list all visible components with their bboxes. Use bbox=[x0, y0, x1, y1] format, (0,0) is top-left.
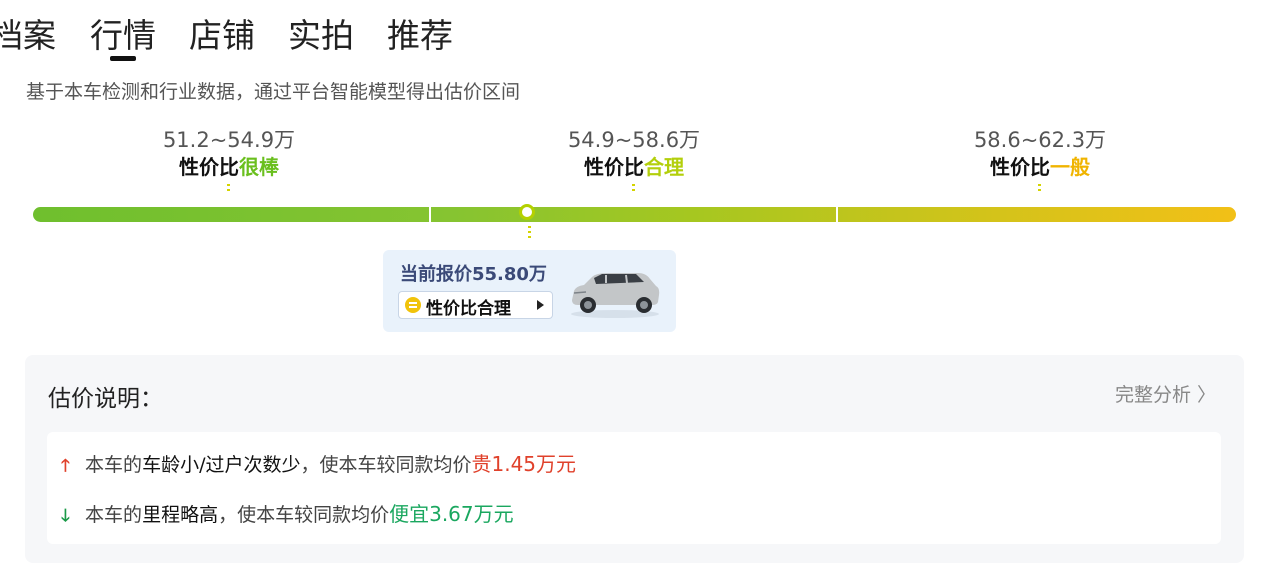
valuation-explanation-panel: 估价说明： 完整分析 〉 🡑 本车的车龄小/过户次数少，使本车较同款均价贵1.4… bbox=[25, 355, 1244, 563]
neutral-face-icon bbox=[405, 297, 421, 313]
reason-factor: 车龄小/过户次数少 bbox=[142, 454, 301, 476]
car-thumbnail bbox=[571, 273, 660, 318]
list-item: 🡑 本车的车龄小/过户次数少，使本车较同款均价贵1.45万元 bbox=[61, 449, 576, 479]
range-price: 54.9~58.6万 bbox=[567, 128, 701, 152]
range-fair: 54.9~58.6万 性价比合理 bbox=[524, 126, 744, 194]
reason-text: ，使本车较同款均价 bbox=[218, 504, 390, 526]
rating-great: 很棒 bbox=[239, 155, 279, 179]
fair-price-badge-button[interactable]: 性价比合理 bbox=[398, 291, 553, 319]
range-verdict: 性价比一般 bbox=[990, 155, 1090, 179]
reason-factor: 里程略高 bbox=[142, 504, 219, 526]
valuation-subtitle: 基于本车检测和行业数据，通过平台智能模型得出估价区间 bbox=[26, 81, 521, 103]
list-item: 🡓 本车的里程略高，使本车较同款均价便宜3.67万元 bbox=[61, 499, 514, 529]
current-quote-card: 当前报价55.80万 性价比合理 bbox=[383, 250, 676, 332]
reasons-list: 🡑 本车的车龄小/过户次数少，使本车较同款均价贵1.45万元 🡓 本车的里程略高… bbox=[47, 432, 1221, 544]
bar-divider bbox=[836, 207, 838, 222]
arrow-down-icon: 🡓 bbox=[61, 506, 70, 526]
current-price-marker bbox=[519, 204, 535, 220]
play-arrow-icon bbox=[537, 300, 544, 310]
tab-photos[interactable]: 实拍 bbox=[288, 14, 354, 58]
range-price: 58.6~62.3万 bbox=[973, 128, 1107, 152]
marker-connector bbox=[528, 226, 531, 240]
price-range-bar bbox=[33, 207, 1236, 222]
range-average: 58.6~62.3万 性价比一般 bbox=[930, 126, 1150, 194]
reason-effect: 便宜3.67万元 bbox=[389, 502, 514, 526]
reason-text: ，使本车较同款均价 bbox=[300, 454, 472, 476]
reason-effect: 贵1.45万元 bbox=[471, 452, 577, 476]
tab-store[interactable]: 店铺 bbox=[189, 14, 255, 58]
rating-fair: 合理 bbox=[644, 155, 684, 179]
range-tick bbox=[227, 184, 230, 194]
reason-prefix: 本车的 bbox=[85, 504, 143, 526]
bar-divider bbox=[429, 207, 431, 222]
active-tab-indicator bbox=[110, 56, 136, 61]
range-verdict: 性价比合理 bbox=[584, 155, 684, 179]
arrow-up-icon: 🡑 bbox=[61, 456, 70, 476]
tab-recommend[interactable]: 推荐 bbox=[387, 14, 453, 58]
range-price: 51.2~54.9万 bbox=[162, 128, 296, 152]
reason-prefix: 本车的 bbox=[85, 454, 143, 476]
current-quote-text: 当前报价55.80万 bbox=[400, 264, 547, 285]
rating-average: 一般 bbox=[1050, 155, 1090, 179]
panel-title: 估价说明： bbox=[48, 386, 163, 412]
badge-label: 性价比合理 bbox=[426, 299, 511, 319]
range-tick bbox=[1038, 184, 1041, 194]
range-great: 51.2~54.9万 性价比很棒 bbox=[119, 126, 339, 194]
tab-archive[interactable]: 档案 bbox=[0, 14, 56, 58]
range-verdict: 性价比很棒 bbox=[179, 155, 279, 179]
tab-market[interactable]: 行情 bbox=[90, 14, 156, 58]
range-tick bbox=[632, 184, 635, 194]
tab-bar: 档案 行情 店铺 实拍 推荐 bbox=[0, 0, 1268, 72]
full-analysis-link[interactable]: 完整分析 〉 bbox=[1115, 380, 1216, 407]
